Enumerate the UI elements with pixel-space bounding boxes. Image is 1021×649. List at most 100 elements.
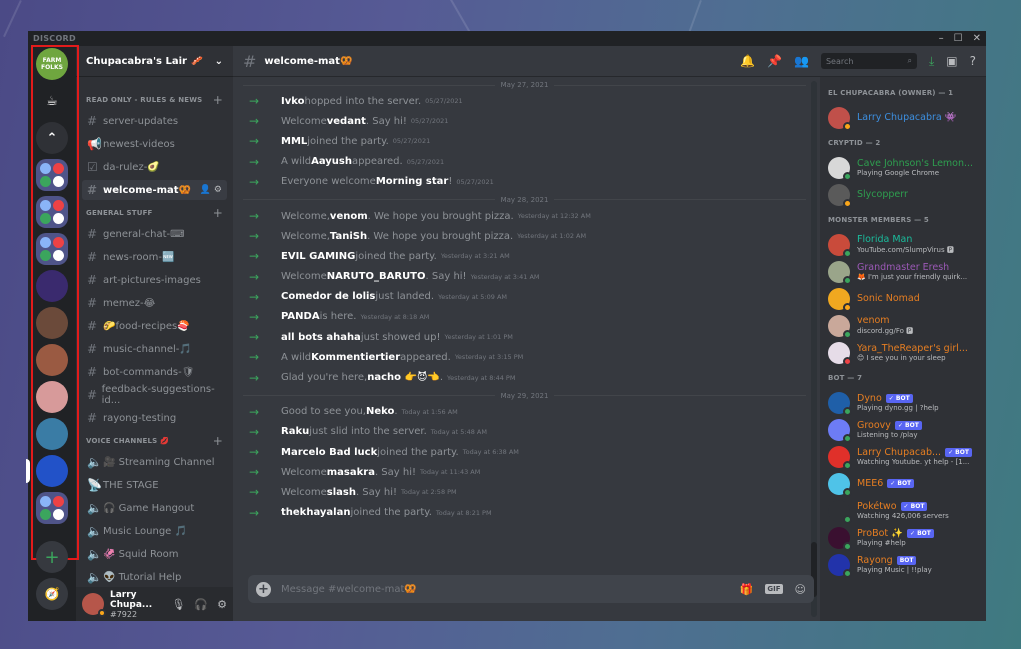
member-item[interactable]: Yara_TheReaper's girl... 😊 I see you in y… <box>828 337 986 368</box>
minimize-button[interactable]: – <box>939 33 944 44</box>
channel-item[interactable]: # 🌮food-recipes🍣 <box>82 316 227 336</box>
headphones-icon[interactable]: 🎧 <box>194 598 208 611</box>
server-icon-coffee[interactable]: ☕ <box>36 85 68 117</box>
server-icon-purple[interactable] <box>36 270 68 302</box>
message-username[interactable]: PANDA <box>281 311 320 322</box>
channel-item[interactable]: 🔈 🎥 Streaming Channel <box>82 452 227 472</box>
message-username[interactable]: EVIL GAMING <box>281 251 355 262</box>
server-icon-folder-4[interactable] <box>36 492 68 524</box>
message-timestamp[interactable]: Yesterday at 3:21 AM <box>441 252 510 260</box>
channel-item[interactable]: # art-pictures-images <box>82 270 227 290</box>
message-timestamp[interactable]: 05/27/2021 <box>407 158 444 166</box>
category-header[interactable]: GENERAL STUFF + <box>76 206 233 220</box>
add-attachment-button[interactable]: + <box>256 581 271 597</box>
close-button[interactable]: ✕ <box>973 33 981 44</box>
scrollbar[interactable] <box>811 81 817 617</box>
message-timestamp[interactable]: Yesterday at 12:32 AM <box>518 212 591 220</box>
avatar[interactable] <box>828 445 852 470</box>
message-timestamp[interactable]: 05/27/2021 <box>425 97 462 105</box>
message-username[interactable]: all bots ahaha <box>281 332 361 343</box>
explore-servers-button[interactable]: 🧭 <box>36 578 68 610</box>
message-timestamp[interactable]: Today at 11:43 AM <box>420 468 480 476</box>
member-item[interactable]: Larry Chupacabra 👾 <box>828 102 986 133</box>
add-channel-icon[interactable]: + <box>213 434 223 448</box>
channel-item[interactable]: # welcome-mat🥨 👤 ⚙ <box>82 180 227 200</box>
channel-item[interactable]: 📢 newest-videos <box>82 134 227 154</box>
server-icon-pink[interactable] <box>36 381 68 413</box>
server-icon-farm-folks[interactable]: FARM FOLKS <box>36 48 68 80</box>
channel-item[interactable]: # news-room-🆕 <box>82 247 227 267</box>
server-icon-ocean[interactable] <box>36 418 68 450</box>
message-username[interactable]: Ivko <box>281 96 305 107</box>
bell-icon[interactable]: 🔔 <box>740 54 755 68</box>
maximize-button[interactable]: ☐ <box>954 33 963 44</box>
avatar[interactable] <box>828 287 852 312</box>
message-timestamp[interactable]: Today at 8:21 PM <box>436 509 492 517</box>
add-channel-icon[interactable]: + <box>213 206 223 220</box>
avatar[interactable] <box>828 553 852 578</box>
message-timestamp[interactable]: Today at 5:48 AM <box>431 428 487 436</box>
message-username[interactable]: NARUTO_BARUTO <box>327 271 426 282</box>
avatar[interactable] <box>828 341 852 366</box>
server-icon-folder-1[interactable] <box>36 159 68 191</box>
message-username[interactable]: Raku <box>281 426 309 437</box>
avatar[interactable] <box>828 472 852 497</box>
server-header[interactable]: Chupacabra's Lair 🥓 ⌄ <box>76 46 233 77</box>
avatar[interactable] <box>828 418 852 443</box>
message-timestamp[interactable]: Today at 1:56 AM <box>402 408 458 416</box>
gear-icon[interactable]: ⚙ <box>214 185 222 195</box>
message-input[interactable]: Message #welcome-mat🥨 <box>281 584 730 595</box>
channel-item[interactable]: # rayong-testing <box>82 408 227 428</box>
channel-item[interactable]: 🔈 👽 Tutorial Help <box>82 567 227 587</box>
message-username[interactable]: slash <box>327 487 356 498</box>
message-username[interactable]: Marcelo Bad luck <box>281 447 377 458</box>
message-username[interactable]: Comedor de lolis <box>281 291 375 302</box>
channel-item[interactable]: 🔈 🎧 Game Hangout <box>82 498 227 518</box>
pin-icon[interactable]: 📌 <box>767 54 782 68</box>
avatar[interactable] <box>828 183 852 208</box>
message-timestamp[interactable]: Yesterday at 5:09 AM <box>438 293 507 301</box>
server-icon-folder-2[interactable] <box>36 196 68 228</box>
message-username[interactable]: Aayush <box>311 156 352 167</box>
channel-item[interactable]: # memez-😂 <box>82 293 227 313</box>
channel-item[interactable]: 🔈 🦑 Squid Room <box>82 544 227 564</box>
gif-button[interactable]: GIF <box>765 584 783 594</box>
avatar[interactable] <box>828 526 852 551</box>
message-timestamp[interactable]: Yesterday at 8:18 AM <box>360 313 429 321</box>
channel-item[interactable]: # server-updates <box>82 111 227 131</box>
member-item[interactable]: Slycopperr <box>828 179 986 210</box>
member-list-icon[interactable]: 👥 <box>794 54 809 68</box>
message-username[interactable]: thekhayalan <box>281 507 350 518</box>
search-input[interactable]: Search ⌕ <box>820 53 917 69</box>
category-header[interactable]: READ ONLY - RULES & NEWS + <box>76 93 233 107</box>
message-username[interactable]: vedant <box>327 116 366 127</box>
server-icon-chupacabra[interactable] <box>26 455 68 487</box>
channel-item[interactable]: # general-chat-⌨ <box>82 224 227 244</box>
avatar[interactable] <box>828 260 852 285</box>
microphone-icon[interactable]: 🎙 <box>171 598 185 611</box>
message-timestamp[interactable]: Yesterday at 8:44 PM <box>447 374 515 382</box>
help-icon[interactable]: ? <box>970 54 976 68</box>
message-timestamp[interactable]: Yesterday at 1:02 AM <box>517 232 586 240</box>
message-timestamp[interactable]: Yesterday at 1:01 PM <box>444 333 512 341</box>
member-item[interactable]: Rayong BOT Playing Music | !!play <box>828 549 986 580</box>
avatar[interactable] <box>828 156 852 181</box>
message-timestamp[interactable]: Today at 2:58 PM <box>401 488 457 496</box>
message-timestamp[interactable]: Today at 6:38 AM <box>463 448 519 456</box>
avatar[interactable] <box>828 314 852 339</box>
inbox-icon[interactable]: ▣ <box>946 54 957 68</box>
invite-icon[interactable]: 👤 <box>200 185 214 195</box>
avatar[interactable] <box>828 499 852 524</box>
server-icon-painting[interactable] <box>36 307 68 339</box>
gear-icon[interactable]: ⚙ <box>217 598 227 611</box>
channel-item[interactable]: # bot-commands-🛡 <box>82 362 227 382</box>
message-timestamp[interactable]: 05/27/2021 <box>411 117 448 125</box>
avatar[interactable] <box>82 593 106 617</box>
message-username[interactable]: TaniSh <box>330 231 367 242</box>
avatar[interactable] <box>828 233 852 258</box>
download-icon[interactable]: ⤓ <box>929 54 934 69</box>
message-username[interactable]: nacho 👉😈👈 <box>367 372 440 383</box>
server-icon-rank[interactable]: ⌃ <box>36 122 68 154</box>
gift-icon[interactable]: 🎁 <box>740 583 754 596</box>
channel-item[interactable]: # feedback-suggestions-id... <box>82 384 227 406</box>
